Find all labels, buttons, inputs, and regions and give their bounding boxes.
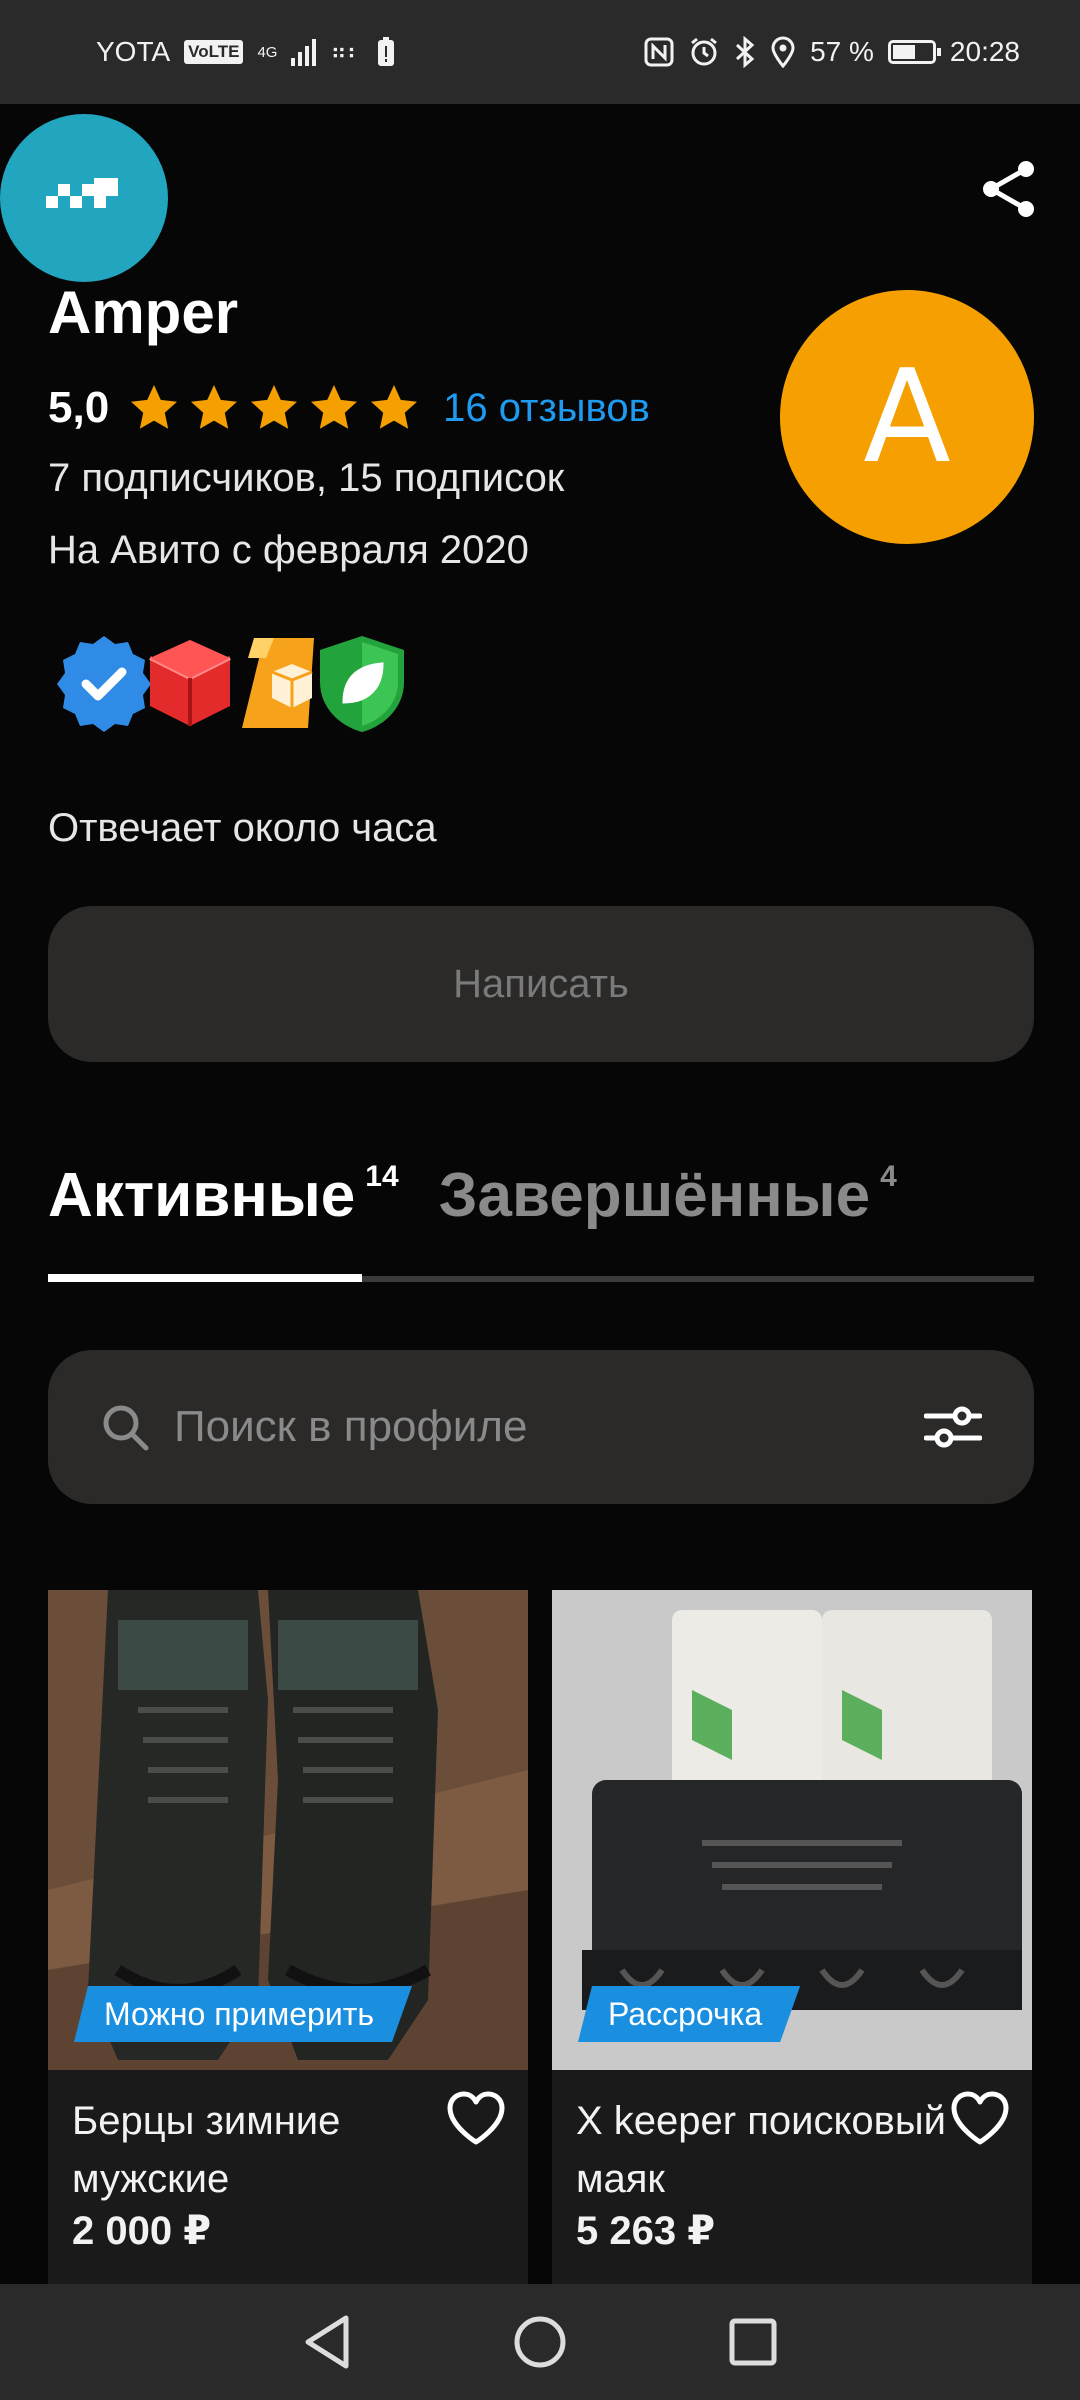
seller-badges[interactable] xyxy=(52,628,404,738)
star-icon xyxy=(311,385,358,429)
wifi-data-icon: ⠶⠆ xyxy=(330,39,363,64)
rating-stars xyxy=(127,381,421,435)
response-time: Отвечает около часа xyxy=(48,806,437,850)
promo-badge: Рассрочка xyxy=(578,1986,800,2042)
network-type: 4G xyxy=(257,43,278,61)
reviews-link[interactable]: 16 отзывов xyxy=(443,386,650,431)
tab-active[interactable]: Активные 14 xyxy=(48,1160,399,1231)
battery-icon xyxy=(887,40,941,64)
promo-badge: Можно примерить xyxy=(74,1986,412,2042)
star-icon xyxy=(131,385,178,429)
subscriptions-info[interactable]: 7 подписчиков, 15 подписок xyxy=(48,456,564,501)
bluetooth-icon xyxy=(736,36,755,68)
search-icon xyxy=(103,1405,149,1451)
listing-card[interactable]: Рассрочка X keeper поисковый маяк 5 263 … xyxy=(552,1590,1032,2290)
eco-leaf-icon[interactable] xyxy=(310,628,414,738)
battery-alert-icon xyxy=(377,37,394,66)
favorite-heart-icon[interactable] xyxy=(446,2090,506,2146)
status-bar-right: 57 % 20:28 xyxy=(644,36,1020,68)
back-button[interactable] xyxy=(297,2312,357,2372)
back-triangle-icon xyxy=(305,2315,349,2369)
star-icon xyxy=(191,385,238,429)
recents-square-icon xyxy=(729,2318,777,2366)
taxi-shortcut-button[interactable] xyxy=(0,114,168,282)
share-icon[interactable] xyxy=(980,158,1038,220)
location-icon xyxy=(771,36,795,68)
clock: 20:28 xyxy=(949,36,1020,67)
home-button[interactable] xyxy=(510,2312,570,2372)
battery-percent: 57 % xyxy=(810,36,874,67)
signal-icon xyxy=(291,38,317,66)
profile-search-bar[interactable] xyxy=(48,1350,1034,1504)
tab-completed[interactable]: Завершённые 4 xyxy=(439,1160,897,1231)
favorite-heart-icon[interactable] xyxy=(950,2090,1010,2146)
write-message-button[interactable]: Написать xyxy=(48,906,1034,1062)
tab-active-indicator xyxy=(48,1274,362,1282)
tab-label: Завершённые xyxy=(438,1161,871,1230)
status-bar: YOTA VoLTE 4G ⠶⠆ 57 % 20:28 xyxy=(0,0,1080,104)
star-icon xyxy=(371,385,418,429)
status-bar-left: YOTA VoLTE 4G ⠶⠆ xyxy=(96,36,395,68)
listing-title[interactable]: X keeper поисковый маяк xyxy=(576,2092,956,2208)
system-nav-bar xyxy=(0,2284,1080,2400)
tab-count: 4 xyxy=(880,1160,897,1193)
avatar: A xyxy=(780,290,1034,544)
tab-label: Активные xyxy=(48,1161,356,1230)
listing-title[interactable]: Берцы зимние мужские xyxy=(72,2092,452,2208)
home-circle-icon xyxy=(514,2316,566,2368)
listing-price: 2 000 ₽ xyxy=(72,2209,212,2253)
tab-count: 14 xyxy=(365,1160,399,1193)
volte-indicator: VoLTE xyxy=(184,40,244,64)
carrier-name: YOTA xyxy=(96,36,171,67)
rating-value: 5,0 xyxy=(48,383,110,432)
listing-tabs: Активные 14 Завершённые 4 xyxy=(48,1160,937,1231)
seller-name: Amper xyxy=(48,279,239,346)
recents-button[interactable] xyxy=(723,2312,783,2372)
member-since: На Авито с февраля 2020 xyxy=(48,528,529,572)
listing-price: 5 263 ₽ xyxy=(576,2209,716,2253)
nfc-icon xyxy=(644,37,674,67)
alarm-icon xyxy=(691,37,718,66)
rating-row: 5,0 16 отзывов xyxy=(48,378,650,438)
filter-icon[interactable] xyxy=(924,1402,982,1452)
listing-card[interactable]: Можно примерить Берцы зимние мужские 2 0… xyxy=(48,1590,528,2290)
checkered-flag-icon xyxy=(46,178,118,208)
search-input[interactable] xyxy=(174,1402,924,1452)
star-icon xyxy=(251,385,298,429)
